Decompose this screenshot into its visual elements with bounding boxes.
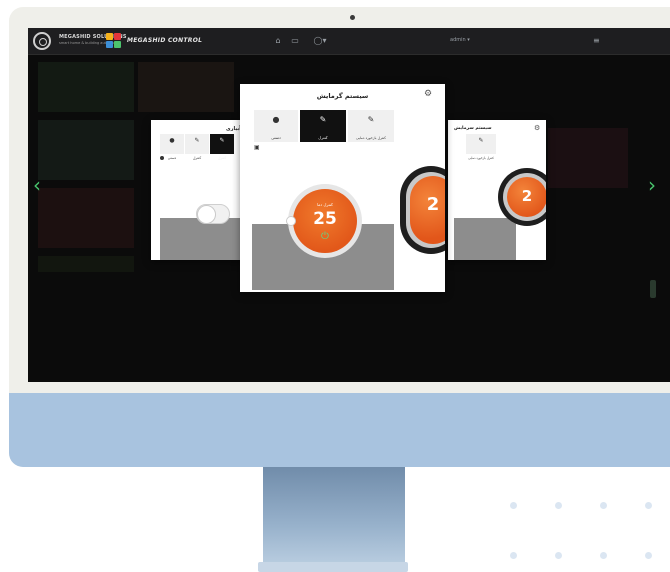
hand-icon: ● xyxy=(169,137,175,144)
tab-manual[interactable]: ● دستی xyxy=(254,110,298,142)
thermostat-value: 2 xyxy=(426,194,440,215)
tab-label: کنترل بازخورد دمایی xyxy=(356,136,386,140)
tab-feedback-control[interactable]: ✎ کنترل بازخورد دمایی xyxy=(348,110,394,142)
tab-manual[interactable]: ● دستی xyxy=(160,134,184,160)
side-handle[interactable] xyxy=(650,280,656,298)
panel-gray-area xyxy=(160,218,248,260)
app-screen: MEGASHID SOLUTIONS smart home & building… xyxy=(28,28,670,382)
panel-title: آبیاری xyxy=(226,126,241,132)
tab-control[interactable]: ✎ کنترل xyxy=(185,134,209,160)
background-tile xyxy=(548,128,628,188)
heating-panel: سیستم گرمایش ⚙ ● دستی ✎ کنترل ✎ کنترل با… xyxy=(240,84,445,292)
brand-name: MEGASHID CONTROL xyxy=(127,37,203,44)
tab-label: کنترل xyxy=(318,135,328,140)
next-arrow[interactable]: › xyxy=(648,175,656,195)
irrigation-toggle[interactable] xyxy=(196,204,230,224)
pencil-icon: ✎ xyxy=(319,115,327,124)
panel-title: سیستم گرمایش xyxy=(316,92,369,100)
thermostat-value: 2 xyxy=(521,187,533,205)
background-tile xyxy=(138,62,234,112)
decorative-dot-grid xyxy=(500,452,670,572)
top-bar: MEGASHID SOLUTIONS smart home & building… xyxy=(28,28,670,55)
cooling-panel: سیستم سرمایش ⚙ ✎ کنترل بازخورد دمایی 2 xyxy=(448,120,546,260)
status-dot xyxy=(160,156,164,160)
monitor-stand-foot xyxy=(258,562,408,572)
edit-icon: ✎ xyxy=(478,137,484,144)
dial-label: کنترل دما xyxy=(317,202,333,207)
background-tile xyxy=(38,188,134,248)
gear-icon[interactable]: ⚙ xyxy=(424,89,432,99)
logo-icon[interactable] xyxy=(33,32,51,50)
tab-label: دستی xyxy=(271,135,281,140)
menu-icon[interactable]: ≡ xyxy=(593,36,600,45)
thermostat-face[interactable]: 2 xyxy=(507,177,546,217)
camera-icon xyxy=(350,15,355,20)
previous-arrow[interactable]: ‹ xyxy=(33,175,41,195)
edit-icon: ✎ xyxy=(367,115,375,124)
brand-logo-icon xyxy=(106,33,122,49)
monitor-stand xyxy=(263,465,405,565)
pencil-icon: ✎ xyxy=(194,137,200,144)
tab-control-active[interactable]: ✎ کنترل xyxy=(210,134,234,160)
panel-title: سیستم سرمایش xyxy=(454,126,492,131)
user-menu[interactable]: admin ▾ xyxy=(450,37,470,43)
tab-label: کنترل xyxy=(217,156,227,160)
home-icon[interactable]: ⌂ xyxy=(273,36,283,46)
thermostat-face[interactable]: 2 xyxy=(410,176,445,244)
tab-feedback-control[interactable]: ✎ کنترل بازخورد دمایی xyxy=(466,134,496,160)
lock-icon[interactable]: ▣ xyxy=(254,144,260,151)
irrigation-panel: آبیاری ● دستی ✎ کنترل ✎ کنترل xyxy=(151,120,251,260)
background-tile xyxy=(38,62,134,112)
tab-label: کنترل xyxy=(192,156,202,160)
monitor-icon[interactable]: ▭ xyxy=(290,36,300,46)
panel-gray-area xyxy=(454,218,516,260)
tab-label: دستی xyxy=(167,156,177,160)
gauge-icon[interactable]: ◯▾ xyxy=(312,36,328,46)
background-tile xyxy=(38,120,134,180)
monitor-chin xyxy=(9,393,670,467)
monitor: MEGASHID SOLUTIONS smart home & building… xyxy=(9,7,670,467)
gear-icon[interactable]: ⚙ xyxy=(534,124,540,132)
pencil-icon: ✎ xyxy=(219,137,225,144)
tab-control-active[interactable]: ✎ کنترل xyxy=(300,110,346,142)
tab-label: کنترل بازخورد دمایی xyxy=(468,156,494,160)
temperature-dial[interactable]: کنترل دما 25 ⏻ xyxy=(293,189,357,253)
hand-icon: ● xyxy=(272,115,280,124)
dial-handle[interactable] xyxy=(286,216,296,226)
power-icon[interactable]: ⏻ xyxy=(293,231,357,242)
background-tile xyxy=(38,256,134,272)
dial-value: 25 xyxy=(313,209,337,229)
